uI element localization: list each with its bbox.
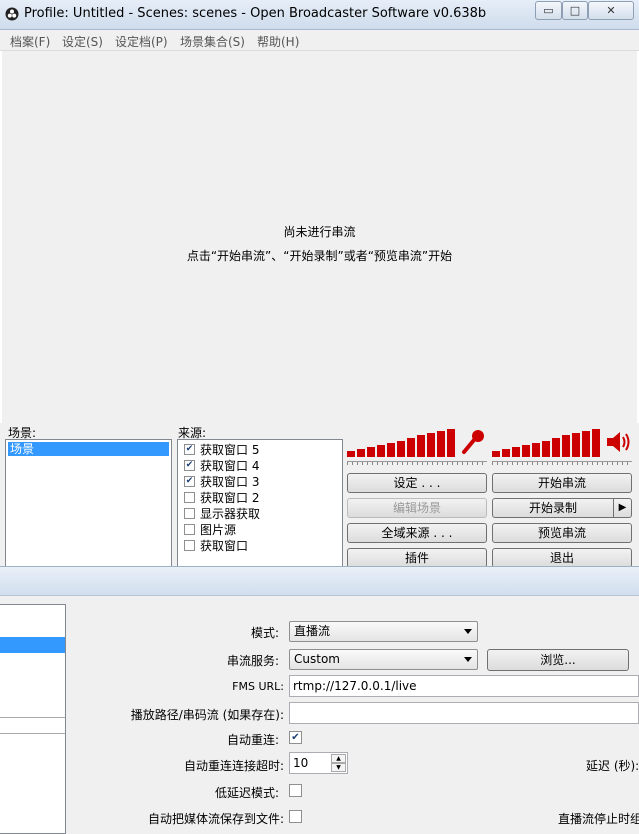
source-name: 获取窗口 5 bbox=[200, 443, 260, 457]
menu-file[interactable]: 档案(F) bbox=[10, 33, 50, 50]
delay-label: 延迟 (秒): bbox=[586, 759, 639, 773]
source-item[interactable]: ✔ 获取窗口 5 bbox=[184, 442, 259, 458]
source-name: 获取窗口 4 bbox=[200, 459, 260, 473]
window-title: Profile: Untitled - Scenes: scenes - Ope… bbox=[24, 6, 487, 21]
play-path-input[interactable] bbox=[289, 702, 639, 724]
scene-item[interactable]: 场景 bbox=[8, 442, 169, 456]
close-button[interactable]: ✕ bbox=[588, 1, 634, 20]
mode-label: 模式: bbox=[250, 626, 279, 640]
timeout-value: 10 bbox=[293, 756, 309, 770]
source-checkbox[interactable] bbox=[184, 524, 195, 535]
start-stream-button[interactable]: 开始串流 bbox=[492, 473, 632, 493]
service-value: Custom bbox=[294, 652, 340, 666]
selected-category[interactable] bbox=[0, 637, 65, 653]
scenes-list[interactable]: 场景 bbox=[5, 439, 172, 571]
source-item[interactable]: ✔ 获取窗口 3 bbox=[184, 474, 259, 490]
stop-stream-label: 直播流停止时组 bbox=[558, 812, 639, 826]
start-record-button[interactable]: 开始录制 bbox=[492, 498, 614, 518]
source-item[interactable]: 图片源 bbox=[184, 522, 236, 538]
source-checkbox[interactable] bbox=[184, 492, 195, 503]
chevron-down-icon bbox=[464, 657, 472, 662]
source-item[interactable]: 获取窗口 2 bbox=[184, 490, 259, 506]
divider bbox=[0, 717, 65, 718]
control-panel: 场景: 场景 来源: ✔ 获取窗口 5 ✔ 获取窗口 4 ✔ 获取窗口 3 获取窗口 … bbox=[0, 423, 639, 571]
minimize-button[interactable]: ▭ bbox=[535, 1, 562, 20]
save-to-file-label: 自动把媒体流保存到文件: bbox=[147, 812, 284, 826]
mic-volume-slider[interactable] bbox=[347, 461, 487, 465]
menu-help[interactable]: 帮助(H) bbox=[257, 33, 299, 50]
menu-settings[interactable]: 设定(S) bbox=[62, 33, 103, 50]
source-name: 获取窗口 2 bbox=[200, 491, 260, 505]
menu-bar: 档案(F) 设定(S) 设定档(P) 场景集合(S) 帮助(H) bbox=[0, 30, 639, 51]
close-icon: ✕ bbox=[606, 4, 616, 17]
menu-scene-collection[interactable]: 场景集合(S) bbox=[180, 33, 245, 50]
chevron-down-icon bbox=[464, 629, 472, 634]
broadcast-settings-panel: 模式: 直播流 串流服务: Custom 浏览... FMS URL: rtmp… bbox=[0, 596, 639, 834]
low-latency-checkbox[interactable] bbox=[289, 784, 302, 797]
arrow-up-icon: ▲ bbox=[336, 755, 341, 762]
global-sources-button[interactable]: 全域来源 . . . bbox=[347, 523, 487, 543]
save-to-file-checkbox[interactable] bbox=[289, 810, 302, 823]
arrow-down-icon: ▼ bbox=[336, 764, 341, 771]
minimize-icon: ▭ bbox=[543, 4, 554, 17]
source-item[interactable]: ✔ 获取窗口 4 bbox=[184, 458, 259, 474]
mode-value: 直播流 bbox=[294, 624, 331, 638]
edit-scene-button[interactable]: 编辑场景 bbox=[347, 498, 487, 518]
microphone-icon[interactable] bbox=[460, 428, 486, 456]
settings-category-list[interactable] bbox=[0, 604, 66, 834]
browse-button[interactable]: 浏览... bbox=[487, 649, 629, 671]
source-checkbox[interactable] bbox=[184, 540, 195, 551]
service-select[interactable]: Custom bbox=[289, 649, 478, 670]
source-name: 获取窗口 3 bbox=[200, 475, 260, 489]
source-name: 显示器获取 bbox=[200, 507, 261, 521]
low-latency-label: 低延迟模式: bbox=[214, 786, 279, 800]
dropdown-arrow-icon: ▶ bbox=[618, 502, 627, 513]
source-item[interactable]: 获取窗口 bbox=[184, 538, 248, 554]
title-bar: Profile: Untitled - Scenes: scenes - Ope… bbox=[0, 0, 639, 30]
source-checkbox[interactable]: ✔ bbox=[184, 460, 195, 471]
auto-reconnect-label: 自动重连: bbox=[226, 733, 279, 747]
spin-up-button[interactable]: ▲ bbox=[331, 754, 346, 763]
source-name: 图片源 bbox=[200, 523, 237, 537]
preview-status: 尚未进行串流 bbox=[283, 225, 356, 239]
speaker-icon[interactable] bbox=[605, 428, 633, 456]
maximize-button[interactable]: □ bbox=[562, 1, 588, 20]
menu-profiles[interactable]: 设定档(P) bbox=[115, 33, 168, 50]
desktop-volume-meter bbox=[492, 427, 602, 457]
reconnect-timeout-label: 自动重连连接超时: bbox=[183, 759, 284, 773]
source-checkbox[interactable] bbox=[184, 508, 195, 519]
settings-button[interactable]: 设定 . . . bbox=[347, 473, 487, 493]
fms-url-input[interactable]: rtmp://127.0.0.1/live bbox=[289, 675, 639, 697]
obs-logo-icon bbox=[5, 7, 19, 21]
spin-down-button[interactable]: ▼ bbox=[331, 763, 346, 772]
fms-url-label: FMS URL: bbox=[232, 680, 284, 693]
mode-select[interactable]: 直播流 bbox=[289, 621, 478, 642]
plugins-button[interactable]: 插件 bbox=[347, 548, 487, 568]
settings-window-titlebar bbox=[0, 566, 639, 596]
desktop-volume-slider[interactable] bbox=[492, 461, 632, 465]
source-name: 获取窗口 bbox=[200, 539, 249, 553]
mic-volume-meter bbox=[347, 427, 457, 457]
auto-reconnect-checkbox[interactable]: ✔ bbox=[289, 731, 302, 744]
play-path-label: 播放路径/串码流 (如果存在): bbox=[130, 708, 284, 722]
source-item[interactable]: 显示器获取 bbox=[184, 506, 260, 522]
preview-hint: 点击“开始串流”、“开始录制”或者“预览串流”开始 bbox=[186, 249, 453, 263]
preview-stream-button[interactable]: 预览串流 bbox=[492, 523, 632, 543]
service-label: 串流服务: bbox=[226, 654, 279, 668]
source-checkbox[interactable]: ✔ bbox=[184, 476, 195, 487]
sources-list[interactable]: ✔ 获取窗口 5 ✔ 获取窗口 4 ✔ 获取窗口 3 获取窗口 2 显示器获取 图片源… bbox=[177, 439, 343, 571]
source-checkbox[interactable]: ✔ bbox=[184, 444, 195, 455]
maximize-icon: □ bbox=[569, 4, 581, 17]
record-options-button[interactable]: ▶ bbox=[613, 498, 632, 518]
exit-button[interactable]: 退出 bbox=[492, 548, 632, 568]
divider bbox=[0, 733, 65, 734]
